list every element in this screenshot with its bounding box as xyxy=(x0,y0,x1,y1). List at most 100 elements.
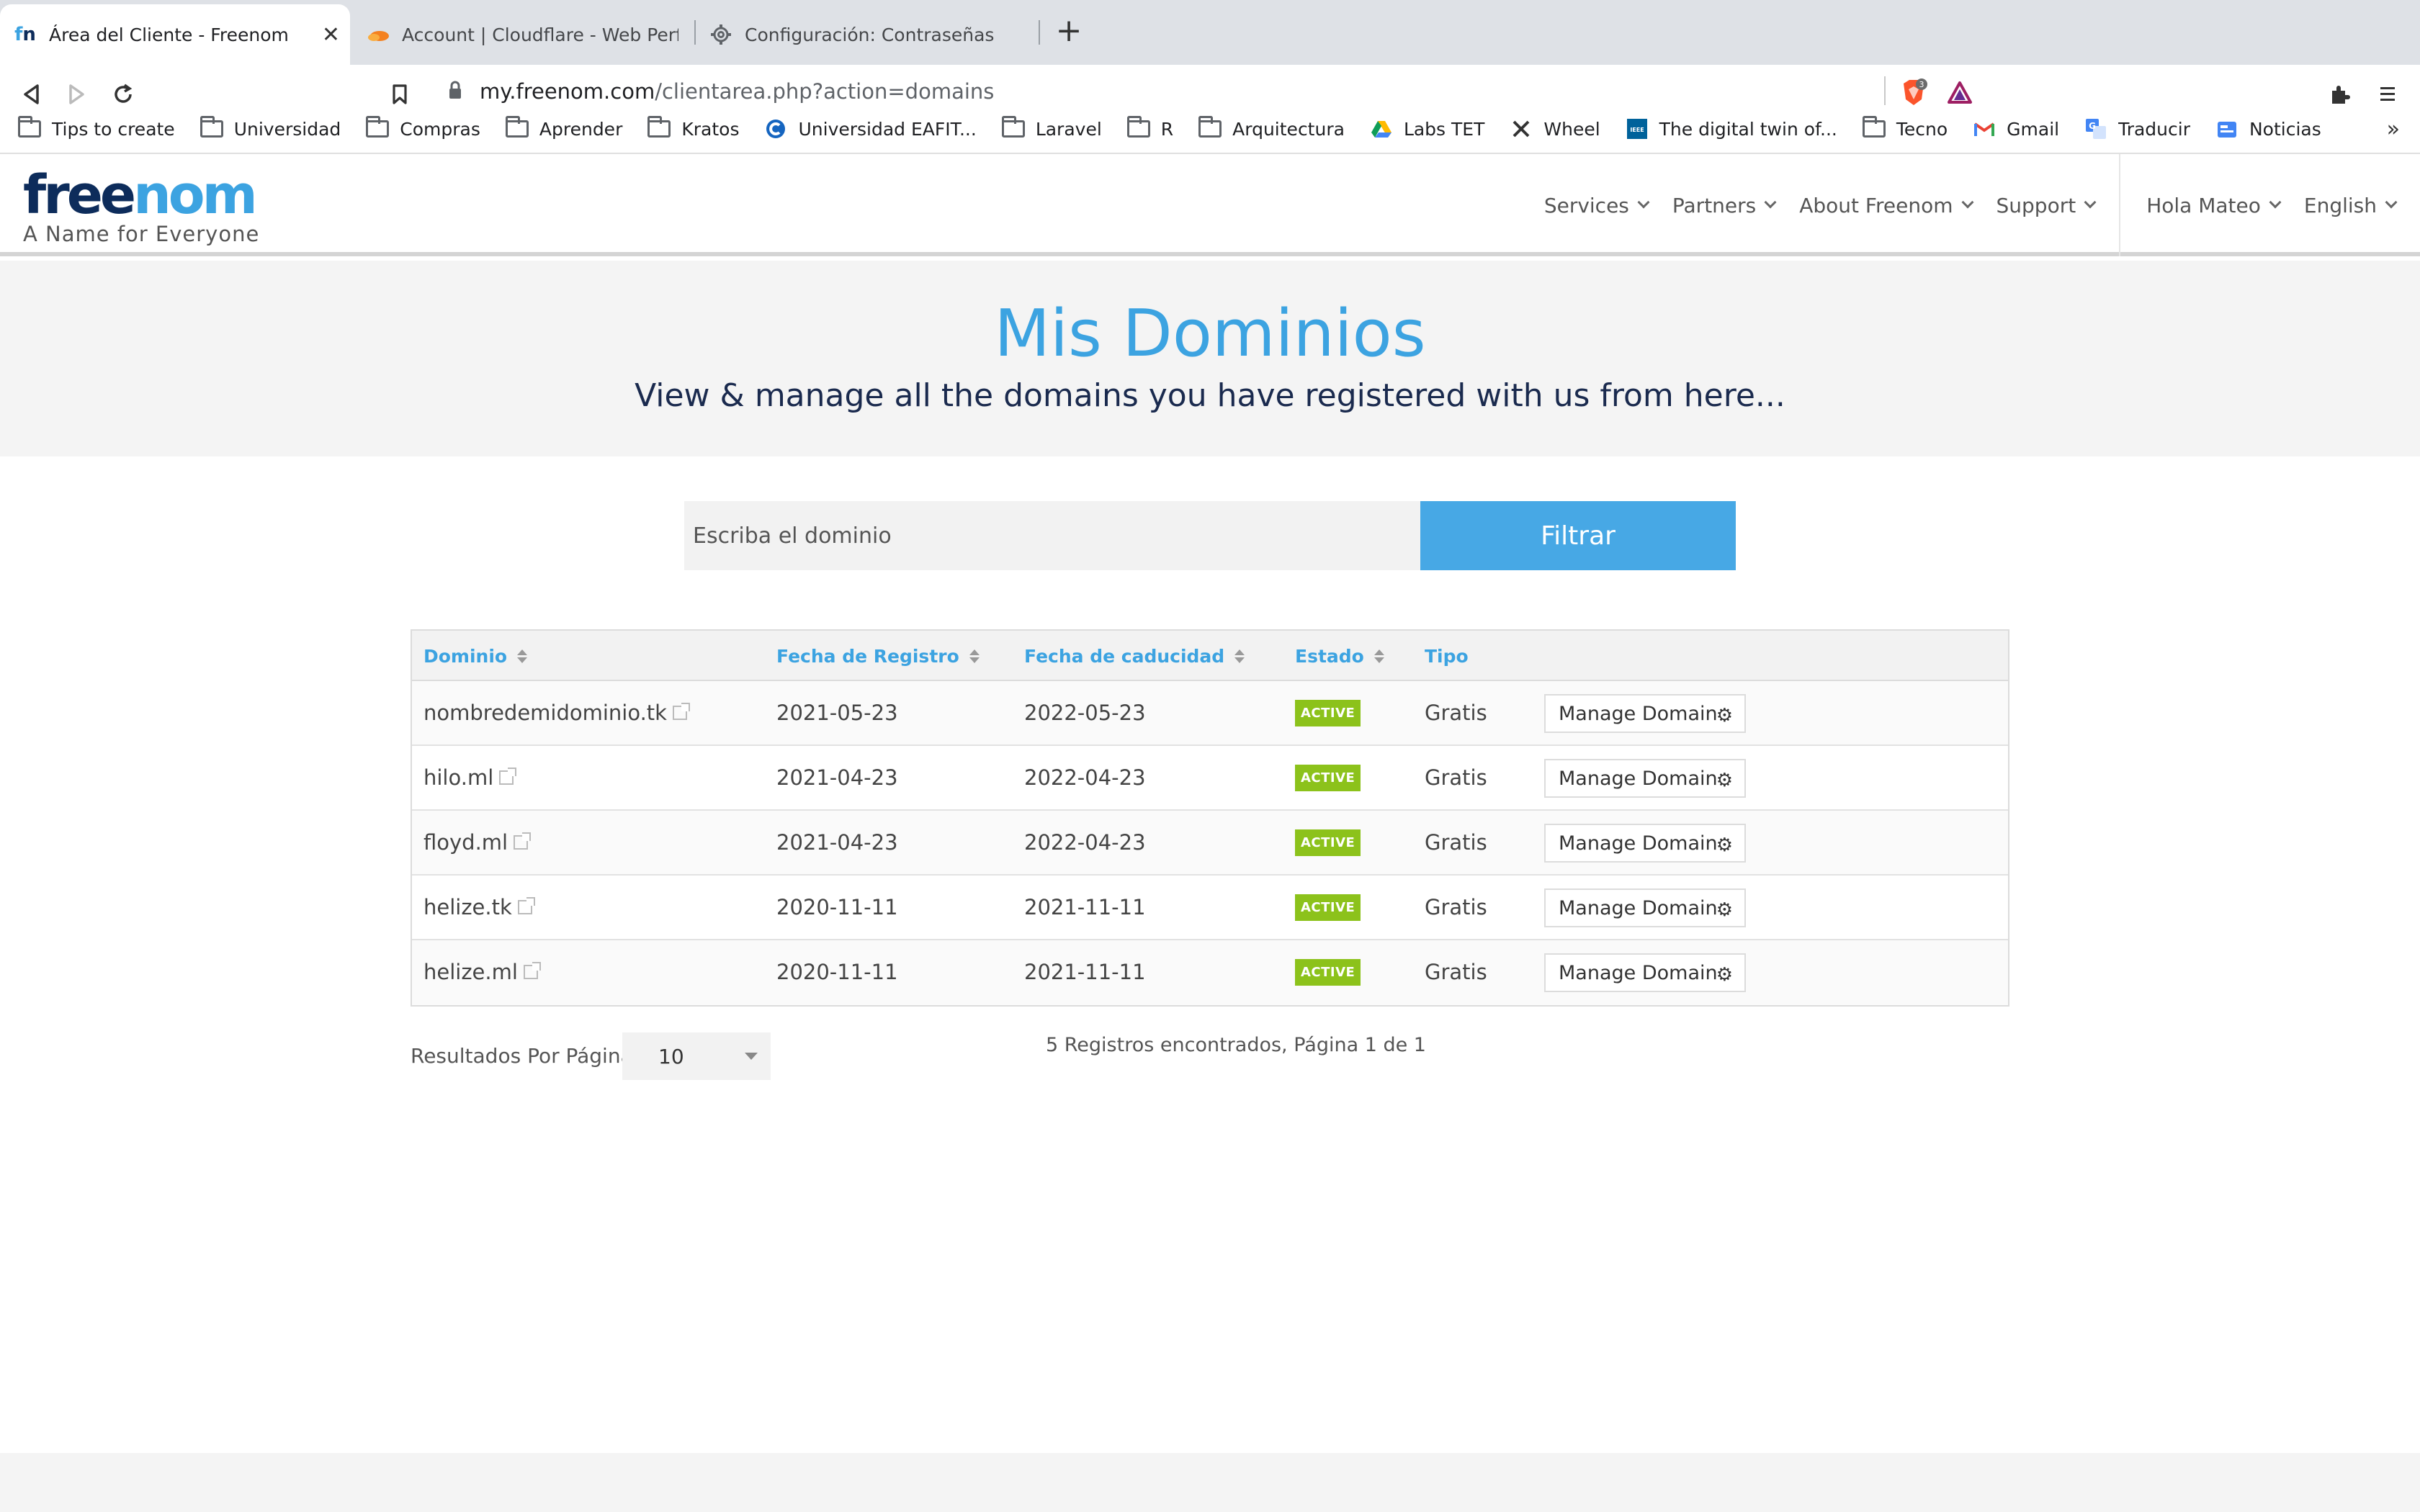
forward-icon[interactable] xyxy=(59,76,95,112)
domain-link[interactable]: nombredemidominio.tk xyxy=(424,681,690,744)
extensions-puzzle-icon[interactable] xyxy=(2322,76,2358,112)
registered-date: 2020-11-11 xyxy=(776,895,898,919)
bookmark-tips-to-create[interactable]: Tips to create xyxy=(17,116,175,140)
url-domain: my.freenom.com xyxy=(480,79,655,104)
domain-type: Gratis xyxy=(1425,765,1487,790)
table-header: Dominio Fecha de Registro Fecha de caduc… xyxy=(412,631,2008,681)
chevron-down-icon xyxy=(2385,196,2398,209)
nav-services[interactable]: Services xyxy=(1544,194,1650,217)
domain-link[interactable]: floyd.ml xyxy=(424,811,532,874)
column-header-registered[interactable]: Fecha de Registro xyxy=(776,631,980,681)
tab-passwords[interactable]: Configuración: Contraseñas xyxy=(696,4,1034,65)
domain-type: Gratis xyxy=(1425,830,1487,855)
column-header-status[interactable]: Estado xyxy=(1295,631,1384,681)
external-link-icon[interactable] xyxy=(499,768,517,785)
registered-date: 2020-11-11 xyxy=(776,960,898,984)
table-row: floyd.ml 2021-04-23 2022-04-23 ACTIVE Gr… xyxy=(412,811,2008,876)
reload-icon[interactable] xyxy=(105,76,141,112)
bookmarks-overflow-icon[interactable]: » xyxy=(2387,117,2400,142)
domain-type: Gratis xyxy=(1425,701,1487,725)
gmail-icon xyxy=(1972,119,1996,139)
nav-about-freenom[interactable]: About Freenom xyxy=(1799,194,1974,217)
lock-icon xyxy=(449,81,461,99)
manage-domain-button[interactable]: Manage Domain ⚙ xyxy=(1544,759,1746,798)
bookmark-r[interactable]: R xyxy=(1126,116,1174,140)
filter-button[interactable]: Filtrar xyxy=(1420,501,1736,570)
expiry-date: 2022-04-23 xyxy=(1024,830,1146,855)
domain-filter-input[interactable] xyxy=(684,501,1420,570)
external-link-icon[interactable] xyxy=(517,897,535,914)
bookmark-kratos[interactable]: Kratos xyxy=(647,116,739,140)
site-header: freenom A Name for Everyone Services Par… xyxy=(0,154,2420,256)
manage-domain-button[interactable]: Manage Domain ⚙ xyxy=(1544,888,1746,927)
bookmark-label: Tips to create xyxy=(52,118,175,140)
bookmark-digital-twin[interactable]: IEEE The digital twin of... xyxy=(1625,119,1837,140)
bookmark-compras[interactable]: Compras xyxy=(365,116,480,140)
status-cell: ACTIVE xyxy=(1295,681,1361,744)
domain-type: Gratis xyxy=(1425,960,1487,984)
user-menu[interactable]: Hola Mateo xyxy=(2146,194,2282,217)
bookmark-gmail[interactable]: Gmail xyxy=(1972,119,2059,140)
external-link-icon[interactable] xyxy=(514,832,532,850)
bookmark-laravel[interactable]: Laravel xyxy=(1001,116,1102,140)
tab-cloudflare[interactable]: Account | Cloudflare - Web Perform xyxy=(353,4,691,65)
column-header-expires[interactable]: Fecha de caducidad xyxy=(1024,631,1245,681)
column-header-domain[interactable]: Dominio xyxy=(424,631,528,681)
tab-separator xyxy=(1039,20,1040,45)
folder-icon xyxy=(647,116,671,139)
bookmark-universidad[interactable]: Universidad xyxy=(200,116,341,140)
table-row: helize.tk 2020-11-11 2021-11-11 ACTIVE G… xyxy=(412,876,2008,940)
bookmark-noticias[interactable]: Noticias xyxy=(2215,119,2321,140)
manage-domain-button[interactable]: Manage Domain ⚙ xyxy=(1544,824,1746,863)
main-nav: Services Partners About Freenom Support … xyxy=(1544,154,2420,256)
bookmark-label: Compras xyxy=(400,118,480,140)
tab-title: Configuración: Contraseñas xyxy=(745,24,995,45)
domain-link[interactable]: helize.tk xyxy=(424,876,535,939)
bookmark-labs-tet[interactable]: Labs TET xyxy=(1369,119,1484,140)
bookmark-traducir[interactable]: G Traducir xyxy=(2084,119,2190,140)
status-badge: ACTIVE xyxy=(1295,958,1361,986)
external-link-icon[interactable] xyxy=(672,703,690,720)
table-row: helize.ml 2020-11-11 2021-11-11 ACTIVE G… xyxy=(412,940,2008,1005)
menu-icon[interactable] xyxy=(2370,76,2406,112)
new-tab-button[interactable]: + xyxy=(1053,13,1085,52)
results-per-page-select[interactable]: 10 xyxy=(622,1032,771,1080)
domain-link[interactable]: helize.ml xyxy=(424,940,541,1004)
manage-domain-button[interactable]: Manage Domain ⚙ xyxy=(1544,694,1746,733)
folder-icon xyxy=(1198,116,1222,139)
domain-name: helize.tk xyxy=(424,895,512,919)
nav-support[interactable]: Support xyxy=(1996,193,2097,217)
ieee-icon: IEEE xyxy=(1625,119,1649,139)
header-label: Estado xyxy=(1295,645,1364,667)
nav-partners[interactable]: Partners xyxy=(1672,194,1777,217)
language-menu[interactable]: English xyxy=(2304,194,2398,217)
sort-icon xyxy=(517,649,528,663)
close-tab-icon[interactable]: ✕ xyxy=(322,22,340,48)
brave-shields-icon[interactable]: 3 xyxy=(1899,78,1929,108)
svg-text:G: G xyxy=(2089,121,2096,131)
bookmark-aprender[interactable]: Aprender xyxy=(505,116,622,140)
back-icon[interactable] xyxy=(13,76,49,112)
bookmark-wheel[interactable]: Wheel xyxy=(1509,119,1600,140)
bookmark-arquitectura[interactable]: Arquitectura xyxy=(1198,116,1345,140)
freenom-logo[interactable]: freenom A Name for Everyone xyxy=(23,168,259,246)
nav-label: Support xyxy=(1996,193,2076,217)
bookmark-label: R xyxy=(1160,118,1174,140)
table-row: nombredemidominio.tk 2021-05-23 2022-05-… xyxy=(412,681,2008,746)
logo-tagline: A Name for Everyone xyxy=(23,222,260,246)
gear-icon: ⚙ xyxy=(1716,899,1733,921)
sort-icon xyxy=(969,649,980,663)
sort-icon xyxy=(1373,649,1384,663)
tab-freenom[interactable]: fn Área del Cliente - Freenom ✕ xyxy=(0,4,350,65)
manage-label: Manage Domain xyxy=(1559,767,1718,790)
domain-link[interactable]: hilo.ml xyxy=(424,746,517,809)
expiry-date: 2022-04-23 xyxy=(1024,765,1146,790)
external-link-icon[interactable] xyxy=(523,962,541,979)
manage-domain-button[interactable]: Manage Domain ⚙ xyxy=(1544,953,1746,992)
tools-icon xyxy=(1509,119,1533,139)
dropdown-caret-icon xyxy=(745,1053,758,1060)
brave-rewards-icon[interactable] xyxy=(1945,78,1975,108)
bookmark-page-icon[interactable] xyxy=(382,76,418,112)
bookmark-eafit[interactable]: Universidad EAFIT... xyxy=(763,119,977,140)
bookmark-tecno[interactable]: Tecno xyxy=(1862,116,1948,140)
